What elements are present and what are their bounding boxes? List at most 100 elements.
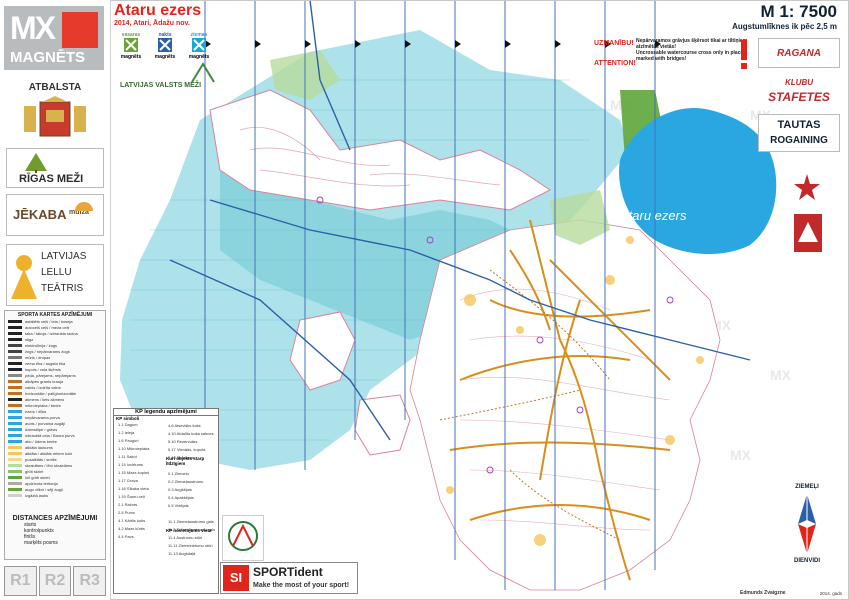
ragana-text: RAGANA <box>777 48 821 59</box>
kp-legend-item: 4.10 Atdalīta koka saknes <box>168 431 214 436</box>
sportident-si-icon: SI <box>223 565 249 591</box>
legend-label: horizontāle / palīghorizontāle <box>25 390 77 396</box>
kp-legend-item: 4.2 Mazs kūrtis <box>118 526 145 531</box>
kp-legend-item: 0.5 Vidējais <box>168 503 189 508</box>
orienteering-map: MX MX MX MX MX MX <box>110 0 849 600</box>
runner-boxes: R1 R2 R3 <box>4 566 107 596</box>
magnets-mini-label: magnēts <box>154 54 176 60</box>
legend-label: pēda, pārejams, nepārejams <box>25 372 76 378</box>
klubu-text: KLUBU <box>785 78 813 87</box>
lake-label: Ataru ezers <box>620 208 687 223</box>
kp-legend-item: 1.2 Ieleja <box>118 430 135 435</box>
kp-legend-item: 2.5 Purvs <box>118 510 135 515</box>
kp-right-column-wrap: 4.6 Atsevišķs koks 4.10 Atdalīta koka sak… <box>164 408 219 594</box>
kp-legend-item: 5.10 Rezervuārs <box>168 439 198 444</box>
legend-title: SPORTA KARTES APZĪMĒJUMI <box>17 312 93 318</box>
legend-label: avots / purvaina augāji <box>25 420 66 426</box>
rigas-mezi-logo[interactable]: RĪGAS MEŽI <box>6 148 104 188</box>
event-logo[interactable] <box>222 515 264 561</box>
kp-legend-item: 1.10 Mikroieplaka <box>118 446 150 451</box>
map-subtitle: 2014, Atari, Ādažu nov. <box>114 20 190 27</box>
legend-label: pusatklāts / smilts <box>25 456 57 462</box>
teatris-text-2: LELLU <box>41 267 72 278</box>
kp-legend-item: 1.6 Pauguri <box>118 438 139 443</box>
klubu-stafetes-logo[interactable]: KLUBU STAFETES <box>758 74 840 110</box>
supported-by-label: ATBALSTA <box>28 82 82 93</box>
riga-coat-of-arms-icon <box>24 96 86 137</box>
sportident-banner[interactable]: SI SPORTident Make the most of your spor… <box>220 562 358 594</box>
legend-symbol <box>8 433 22 437</box>
map-author: Edmunds Zvaigzne <box>740 590 786 596</box>
latvijas-lellu-teatris-logo[interactable]: LATVIJAS LELLU TEĀTRIS <box>6 244 104 306</box>
star-logo-icon <box>794 174 820 200</box>
jekaba-muiza-logo[interactable]: JĒKABA muiža <box>6 194 104 236</box>
legend-symbol <box>8 445 22 449</box>
kp-legend-item: 1.17 Grava <box>118 478 138 483</box>
distance-rows: starts kontrolpunkts finišs marķēts posms <box>4 522 106 546</box>
legend-label: atkāpes grants krauja <box>25 378 64 384</box>
nakts-logo[interactable]: nakts magnēts <box>150 32 180 62</box>
legend-symbol <box>8 367 22 371</box>
legend-label: skraidāms / lēni skraidāms <box>25 462 73 468</box>
kp-legend-item: 1.14 Izcirtums <box>118 462 143 467</box>
kp-legend-item: 1.15 Mazs kupiņš <box>118 470 150 475</box>
kp-section-which: Kuri objekts starp līdzīgiem <box>166 456 205 466</box>
legend-symbol <box>8 361 22 365</box>
legend-symbol <box>8 349 22 353</box>
legend-label: kupols / ceļa šķērsls <box>25 366 61 372</box>
runner-box-r1[interactable]: R1 <box>4 566 37 596</box>
legend-label: augu vilkni / sēji augļi <box>25 486 63 492</box>
x-mark-icon <box>158 38 172 52</box>
tautas-text: TAUTAS <box>777 119 821 131</box>
legend-label: atklāta laukums <box>25 444 53 450</box>
warning-box: UZMANĪBU! ATTENTION! Nepārvaramos grāvju… <box>594 38 754 74</box>
legend-label: grūti skriet <box>25 468 44 474</box>
legend-symbol <box>8 487 22 491</box>
legend-symbol <box>8 379 22 383</box>
shield-logo-icon <box>794 214 822 252</box>
legend-label: nepārvarama purva <box>25 414 60 420</box>
ragana-logo[interactable]: RAGANA <box>758 38 840 68</box>
legend-label: izbrauktā ceļa / Baura purvs <box>25 432 75 438</box>
runner-box-r2[interactable]: R2 <box>38 566 72 596</box>
legend-label: izgāztā lauks <box>25 492 49 498</box>
legend-symbol <box>8 319 22 323</box>
south-label: DIENVIDI <box>793 558 820 564</box>
magnets-logo[interactable]: MX MAGNĒTS <box>4 6 104 70</box>
sun-icon <box>75 202 93 211</box>
tree-icon <box>25 153 47 173</box>
legend-symbol <box>8 469 22 473</box>
puppet-icon <box>11 255 37 299</box>
kp-legend-item: 11.4 Austrumu stūri <box>168 535 203 540</box>
legend-label: zema ēka / augsta ēka <box>25 360 66 366</box>
legend-symbol <box>8 373 22 377</box>
map-year: 2014. gads <box>819 591 842 596</box>
kp-section-location: KP novietojums vieta <box>166 528 212 533</box>
legend-symbol <box>8 403 22 407</box>
legend-label: apdzīvota teritorija <box>25 480 58 486</box>
kp-legend-item: 5.17 Vienāds, kupola <box>168 447 206 452</box>
runner-box-r3[interactable]: R3 <box>73 566 107 596</box>
legend-symbol <box>8 463 22 467</box>
legend-symbol <box>8 355 22 359</box>
map-title: Ataru ezers <box>114 2 202 19</box>
legend-symbol <box>8 325 22 329</box>
event-emblem-icon <box>228 521 258 551</box>
legend-symbol <box>8 337 22 341</box>
tautas-rogaining-logo[interactable]: TAUTAS ROGAINING <box>758 114 840 152</box>
ziemas-logo[interactable]: ziemas magnēts <box>184 32 214 62</box>
kp-legend-item: 2.1 Ražots <box>118 502 138 507</box>
kp-legend-item: 0.1 Ziemeļu <box>168 471 189 476</box>
distances-title: DISTANCES APZĪMĒJUMI <box>12 515 98 522</box>
rigas-mezi-text: RĪGAS MEŽI <box>19 173 84 185</box>
legend-label: asfaltēts ceļš / iela / šoseja <box>25 318 73 324</box>
legend-symbol <box>8 409 22 413</box>
warning-text: Nepārvaramos grāvjus šķērsot tikai ar ti… <box>636 38 752 62</box>
teatris-text-3: TEĀTRIS <box>41 283 84 294</box>
warning-text-en: Uncrossable watercourse cross only in pl… <box>636 50 747 62</box>
legend-label: žogs / nepārvarams žogs <box>25 348 70 354</box>
kp-legend-item: 4.4 Pavs <box>118 534 134 539</box>
rogaining-text: ROGAINING <box>770 135 828 146</box>
vasaras-logo[interactable]: vasaras magnēts <box>116 32 146 62</box>
sportident-name: SPORTident <box>253 565 323 579</box>
